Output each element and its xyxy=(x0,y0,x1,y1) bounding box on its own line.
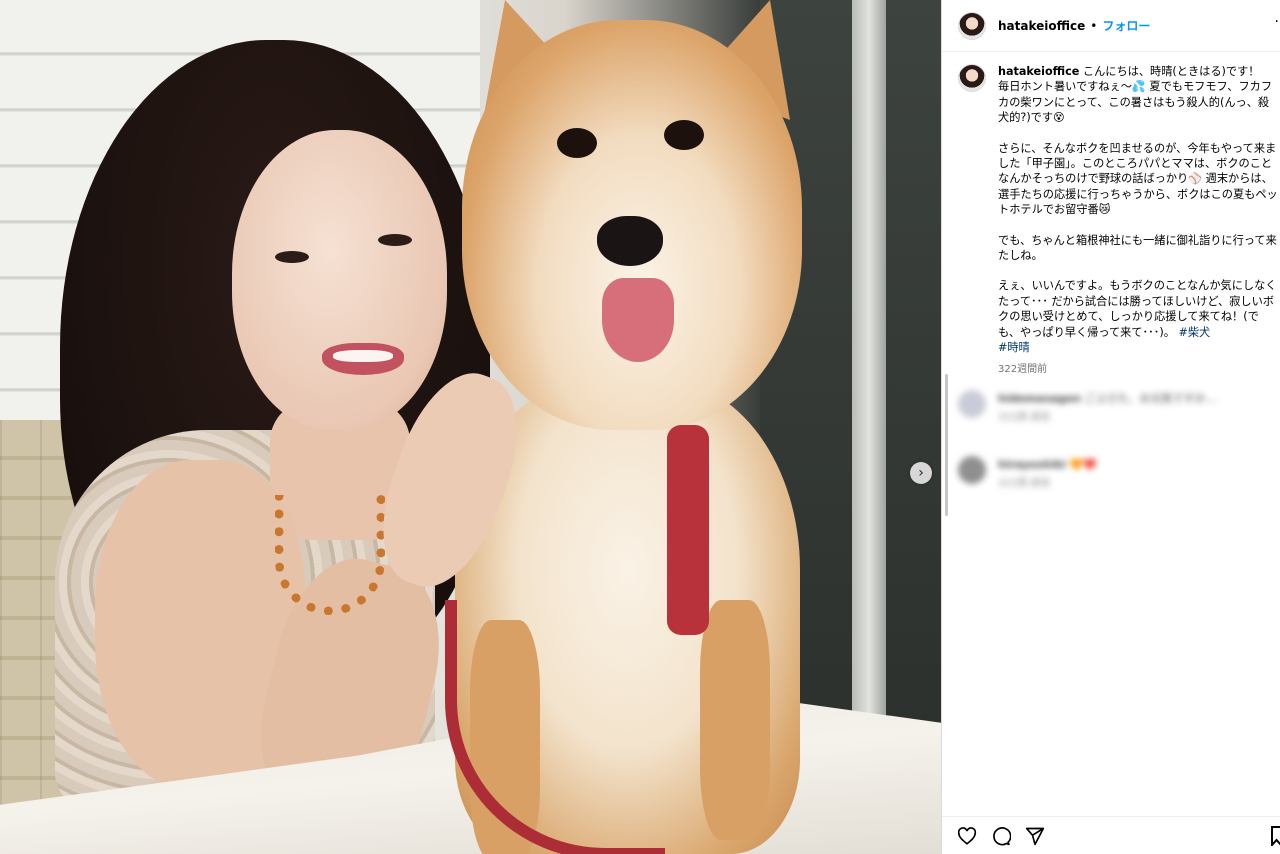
caption-text-4: えぇ、いいんですよ。もうボクのことなんか気にしなくたって･･･ だから試合には勝… xyxy=(998,279,1277,339)
comment-text: 🧡❤️ xyxy=(1069,458,1097,471)
woman-eye-right xyxy=(378,234,412,246)
follow-button[interactable]: フォロー xyxy=(1102,17,1150,34)
dog-nose xyxy=(597,216,663,266)
post-actions xyxy=(942,816,1280,854)
comment-button[interactable] xyxy=(990,825,1012,847)
comment-body: hidemasagen ごぶさた、お元気ですか… 322週 返信 xyxy=(998,390,1216,427)
like-button[interactable] xyxy=(956,825,978,847)
carousel-next-button[interactable]: › xyxy=(910,462,932,484)
caption-paragraph-3: でも、ちゃんと箱根神社にも一緒に御礼詣りに行って来たしね。 xyxy=(998,233,1277,263)
header-username[interactable]: hatakeioffice xyxy=(998,19,1085,33)
paper-plane-icon xyxy=(1025,827,1045,845)
post-photo[interactable]: › xyxy=(0,0,941,854)
caption-paragraph-4: えぇ、いいんですよ。もうボクのことなんか気にしなくたって･･･ だから試合には勝… xyxy=(998,278,1280,355)
share-button[interactable] xyxy=(1024,825,1046,847)
woman-necklace xyxy=(275,495,385,615)
comments-list: hidemasagen ごぶさた、お元気ですか… 322週 返信 hirayos… xyxy=(942,376,1280,516)
caption-paragraph-1: hatakeioffice こんにちは、時晴(ときはる)です！ 毎日ホント暑いで… xyxy=(998,64,1280,126)
woman-face xyxy=(232,130,447,430)
more-options-button[interactable]: · xyxy=(1275,14,1279,30)
bookmark-icon xyxy=(1271,826,1280,848)
header-separator: • xyxy=(1090,18,1098,33)
dog-leg-right xyxy=(700,600,770,840)
woman-eye-left xyxy=(275,251,309,263)
chevron-right-icon: › xyxy=(918,465,924,481)
heart-icon xyxy=(957,826,977,845)
list-item: hidemasagen ごぶさた、お元気ですか… 322週 返信 xyxy=(958,390,1216,427)
save-button[interactable] xyxy=(1271,826,1280,850)
post-timestamp[interactable]: 322週間前 xyxy=(998,362,1280,377)
hashtag-link[interactable]: #時晴 xyxy=(998,341,1030,354)
comment-avatar[interactable] xyxy=(958,390,986,418)
comment-username[interactable]: hirayoshiki xyxy=(998,458,1066,471)
comment-text: ごぶさた、お元気ですか… xyxy=(1084,392,1217,405)
comment-meta[interactable]: 322週 返信 xyxy=(998,412,1050,423)
caption-username[interactable]: hatakeioffice xyxy=(998,65,1079,78)
post-caption: hatakeioffice こんにちは、時晴(ときはる)です！ 毎日ホント暑いで… xyxy=(958,64,1280,377)
comment-avatar[interactable] xyxy=(958,456,986,484)
caption-paragraph-2: さらに、そんなボクを凹ませるのが、今年もやって来ました「甲子園」。このところパパ… xyxy=(998,141,1278,217)
woman-teeth xyxy=(333,350,393,362)
dog-tongue xyxy=(602,278,674,362)
background-pillar xyxy=(852,0,886,720)
comment-icon xyxy=(993,826,1011,845)
dog-harness xyxy=(667,425,709,635)
caption-avatar[interactable] xyxy=(958,64,986,92)
comment-body: hirayoshiki 🧡❤️ 322週 返信 xyxy=(998,456,1097,493)
caption-body: hatakeioffice こんにちは、時晴(ときはる)です！ 毎日ホント暑いで… xyxy=(998,64,1280,377)
comment-meta[interactable]: 322週 返信 xyxy=(998,478,1050,489)
list-item: hirayoshiki 🧡❤️ 322週 返信 xyxy=(958,456,1097,493)
hashtag-link[interactable]: #柴犬 xyxy=(1178,326,1210,339)
dog-eye-left xyxy=(557,128,597,158)
dog-eye-right xyxy=(664,120,704,150)
post-header: hatakeioffice • フォロー · xyxy=(942,0,1280,52)
avatar[interactable] xyxy=(958,11,986,40)
comment-username[interactable]: hidemasagen xyxy=(998,392,1081,405)
post-side-panel: hatakeioffice • フォロー · hatakeioffice こんに… xyxy=(941,0,1280,854)
instagram-post-view: › hatakeioffice • フォロー · hatakeioffice こ… xyxy=(0,0,1280,854)
